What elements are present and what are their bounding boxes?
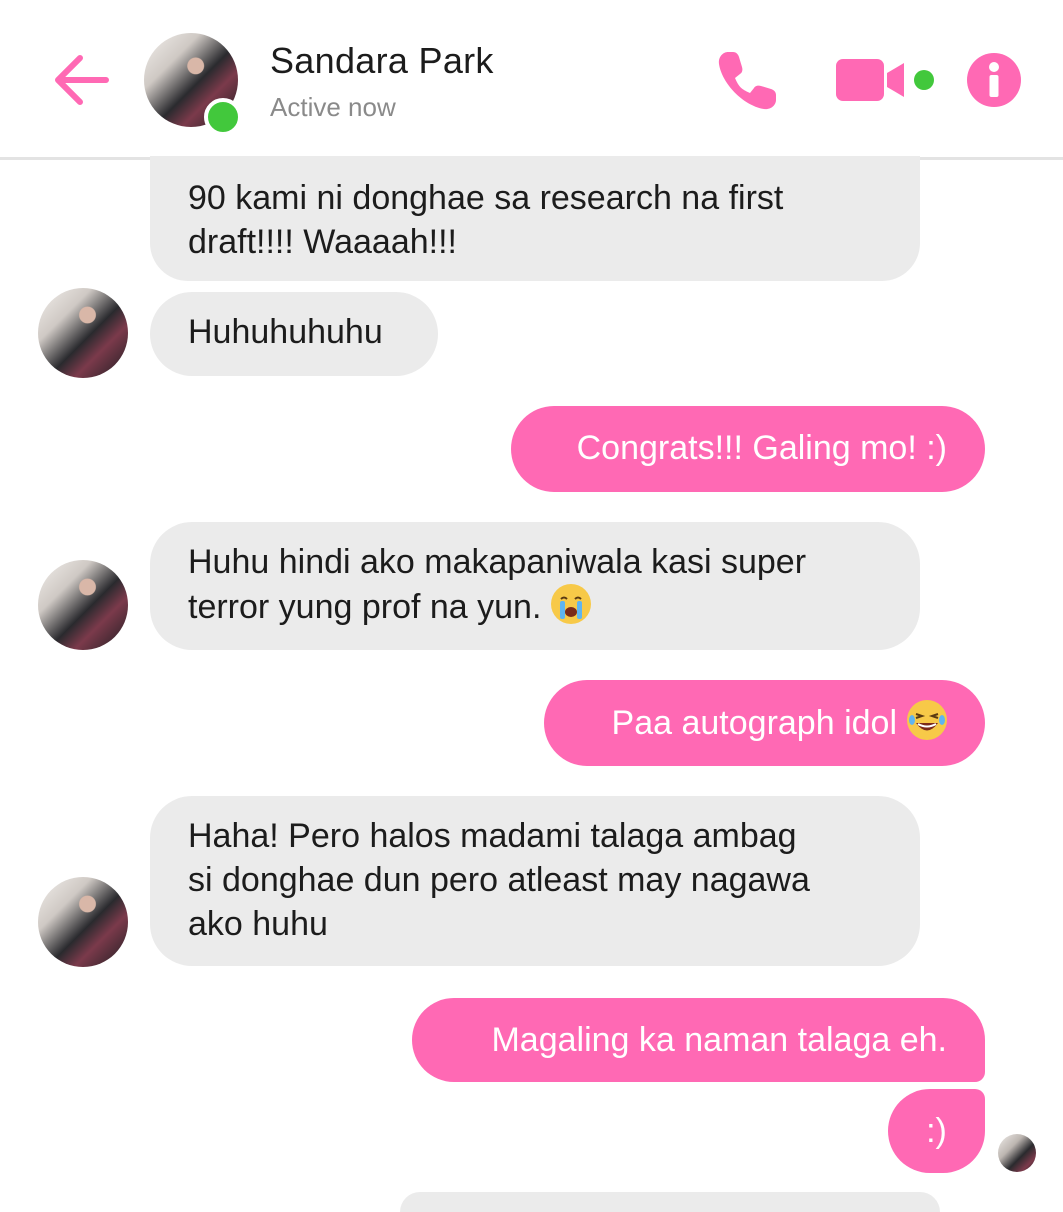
contact-avatar-small[interactable] xyxy=(38,560,128,650)
info-icon[interactable] xyxy=(966,52,1022,108)
message-bubble-incoming[interactable]: Huhu hindi ako makapaniwala kasi super t… xyxy=(150,522,920,650)
online-status-dot xyxy=(204,98,242,136)
conversation-header: Sandara Park Active now xyxy=(0,0,1063,160)
message-bubble-partial xyxy=(400,1192,940,1212)
crying-face-emoji xyxy=(551,584,592,624)
video-camera-icon[interactable] xyxy=(834,56,914,104)
back-arrow-icon[interactable] xyxy=(50,50,112,110)
laughing-face-emoji xyxy=(907,700,947,740)
message-text: Huhu hindi ako makapaniwala kasi super t… xyxy=(188,543,807,626)
message-bubble-incoming[interactable]: 90 kami ni donghae sa research na first … xyxy=(150,156,920,281)
message-bubble-outgoing[interactable]: Magaling ka naman talaga eh. xyxy=(412,998,985,1082)
message-text: Haha! Pero halos madami talaga ambag si … xyxy=(188,817,810,943)
message-text: Congrats!!! Galing mo! :) xyxy=(576,429,947,467)
read-receipt-avatar xyxy=(998,1134,1036,1172)
message-bubble-outgoing[interactable]: Paa autograph idol xyxy=(544,680,985,766)
message-text: Paa autograph idol xyxy=(611,704,897,742)
video-online-dot xyxy=(914,70,934,90)
message-bubble-incoming[interactable]: Huhuhuhuhu xyxy=(150,292,438,376)
message-bubble-outgoing[interactable]: :) xyxy=(888,1089,985,1173)
phone-icon[interactable] xyxy=(714,48,780,114)
message-text: :) xyxy=(926,1112,947,1150)
message-bubble-outgoing[interactable]: Congrats!!! Galing mo! :) xyxy=(511,406,985,492)
message-text: 90 kami ni donghae sa research na first … xyxy=(188,179,784,261)
contact-avatar-small[interactable] xyxy=(38,877,128,967)
message-text: Huhuhuhuhu xyxy=(188,313,383,351)
message-bubble-incoming[interactable]: Haha! Pero halos madami talaga ambag si … xyxy=(150,796,920,966)
message-text: Magaling ka naman talaga eh. xyxy=(491,1021,947,1059)
contact-avatar-small[interactable] xyxy=(38,288,128,378)
contact-name[interactable]: Sandara Park xyxy=(270,40,494,82)
contact-status: Active now xyxy=(270,92,396,122)
